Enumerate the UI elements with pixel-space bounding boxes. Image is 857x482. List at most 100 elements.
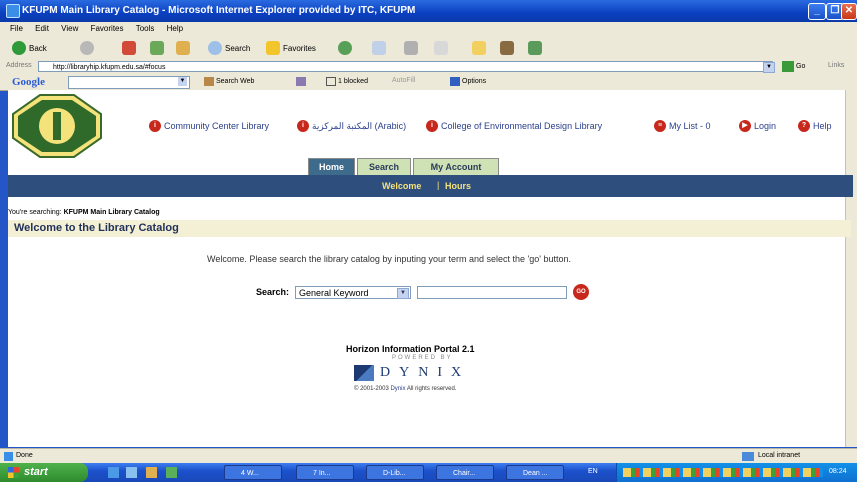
copyright-rights: All rights reserved. [406,386,457,392]
address-dropdown-icon[interactable]: ▼ [763,62,775,73]
options-icon [450,77,460,86]
page-title: Welcome to the Library Catalog [8,220,851,237]
status-text: Done [16,452,33,459]
environmental-design-label: College of Environmental Design Library [441,121,603,131]
close-button[interactable]: ✕ [841,3,857,20]
start-button[interactable]: start [0,463,88,482]
pagerank-icon[interactable] [296,77,306,86]
search-input[interactable] [417,285,568,299]
address-input[interactable]: http://libraryhip.kfupm.edu.sa/#focus [38,61,773,72]
search-type-select[interactable]: General Keyword ▼ [295,285,412,299]
search-web-button[interactable]: Search Web [204,77,254,86]
menu-view[interactable]: View [61,24,78,33]
back-button[interactable]: Back [12,41,47,55]
menu-tools[interactable]: Tools [136,24,155,33]
google-dropdown-icon[interactable]: ▼ [178,77,187,86]
library-icon: i [426,120,438,132]
popup-icon [326,77,336,86]
favorites-button[interactable]: Favorites [266,41,316,55]
menu-file[interactable]: File [10,24,23,33]
address-bar: Address http://libraryhip.kfupm.edu.sa/#… [0,60,857,75]
stop-button[interactable] [122,41,136,55]
go-button[interactable]: Go [782,61,805,72]
dynix-link[interactable]: Dynix [390,386,405,392]
login-link[interactable]: ▶ Login [739,120,776,132]
minimize-button[interactable]: _ [808,3,826,20]
research-button[interactable] [500,41,514,55]
language-indicator[interactable]: EN [588,468,598,475]
help-label: Help [813,121,832,131]
taskbar-item-chair[interactable]: Chair... [436,465,494,480]
welcome-message: Welcome. Please search the library catal… [207,254,571,264]
go-search-button[interactable]: GO [573,284,590,300]
address-label: Address [6,62,32,69]
messenger-button[interactable] [528,41,542,55]
quicklaunch-desktop-icon[interactable] [126,467,137,478]
popup-blocker-button[interactable]: 1 blocked [326,77,368,86]
environmental-design-library-link[interactable]: i College of Environmental Design Librar… [426,120,602,132]
quicklaunch-folder-icon[interactable] [146,467,157,478]
home-button[interactable] [176,41,190,55]
library-icon: i [297,120,309,132]
folder-button[interactable] [472,41,486,55]
print-button[interactable] [404,41,418,55]
google-logo[interactable]: Google [12,76,45,88]
menu-bar: File Edit View Favorites Tools Help [0,22,857,37]
dynix-logo-icon [354,365,374,381]
ie-logo-icon [6,4,20,18]
tab-search[interactable]: Search [357,158,411,176]
taskbar-item-dlib[interactable]: D-Lib... [366,465,424,480]
portal-name: Horizon Information Portal 2.1 [346,344,475,354]
community-center-library-link[interactable]: i Community Center Library [149,120,269,132]
subnav-welcome[interactable]: Welcome [382,181,421,191]
mail-button[interactable] [372,41,386,55]
forward-arrow-icon [80,41,94,55]
subnav-separator: | [437,180,440,190]
quicklaunch-ie-icon[interactable] [108,467,119,478]
mail-icon [372,41,386,55]
web-page [8,90,853,447]
windows-logo-icon [8,467,19,478]
dynix-logo-link[interactable]: DYNIX [354,365,470,381]
vertical-scrollbar[interactable] [845,90,857,447]
google-search-input[interactable] [68,76,190,89]
edit-button[interactable] [434,41,448,55]
history-button[interactable] [338,41,352,55]
favorites-label: Favorites [283,43,316,53]
library-icon: i [149,120,161,132]
subnav-hours[interactable]: Hours [445,181,471,191]
tray-icons[interactable] [623,468,823,477]
taskbar: start 4 W... 7 In... D-Lib... Chair... D… [0,463,857,482]
taskbar-item-ie[interactable]: 7 In... [296,465,354,480]
window-title-bar: KFUPM Main Library Catalog - Microsoft I… [0,0,857,22]
search-web-label: Search Web [216,78,255,85]
research-icon [500,41,514,55]
tab-home[interactable]: Home [308,158,355,176]
arabic-library-link[interactable]: i المكتبة المركزية (Arabic) [297,120,406,132]
clock: 08:24 [829,468,847,475]
menu-help[interactable]: Help [167,24,183,33]
edit-icon [434,41,448,55]
system-tray: 08:24 [616,463,857,482]
refresh-button[interactable] [150,41,164,55]
autofill-button[interactable]: AutoFill [392,77,415,84]
help-link[interactable]: ? Help [798,120,832,132]
search-button[interactable]: Search [208,41,250,55]
forward-button[interactable] [80,41,94,55]
menu-favorites[interactable]: Favorites [91,24,124,33]
stop-icon [122,41,136,55]
taskbar-item-windows[interactable]: 4 W... [224,465,282,480]
links-label[interactable]: Links [828,62,844,69]
options-button[interactable]: Options [450,77,486,86]
quicklaunch-media-icon[interactable] [166,467,177,478]
search-form: Search: General Keyword ▼ GO [256,284,590,300]
taskbar-item-dean[interactable]: Dean ... [506,465,564,480]
my-list-link[interactable]: ≡ My List - 0 [654,120,711,132]
tab-my-account[interactable]: My Account [413,158,499,176]
print-icon [404,41,418,55]
start-label: start [24,466,48,478]
arabic-library-label: المكتبة المركزية (Arabic) [312,120,407,131]
menu-edit[interactable]: Edit [35,24,49,33]
search-type-value: General Keyword [299,287,369,298]
searching-indicator: You're searching: KFUPM Main Library Cat… [8,209,160,216]
